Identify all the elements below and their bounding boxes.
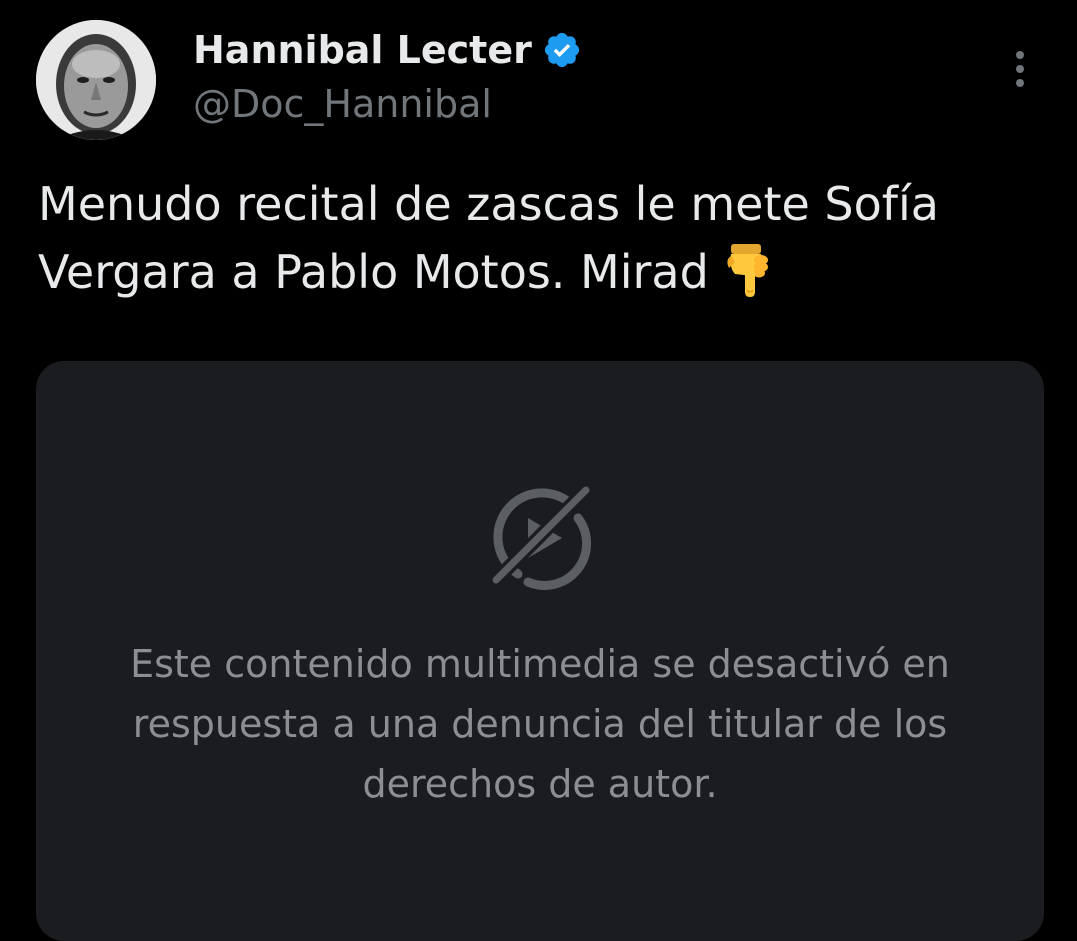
more-options-button[interactable]: [1000, 44, 1040, 94]
more-vertical-icon: [1016, 51, 1024, 59]
avatar[interactable]: [36, 20, 156, 140]
more-vertical-icon-dot: [1016, 65, 1024, 73]
backhand-index-pointing-down-emoji-icon: [723, 242, 779, 298]
author-handle[interactable]: @Doc_Hannibal: [193, 80, 492, 128]
author-name-row[interactable]: Hannibal Lecter: [193, 26, 582, 74]
verified-badge-icon[interactable]: [542, 30, 582, 70]
more-vertical-icon-dot: [1016, 79, 1024, 87]
tweet-text-content: Menudo recital de zascas le mete Sofía V…: [38, 177, 939, 299]
media-disabled-icon: [484, 481, 596, 590]
author-display-name[interactable]: Hannibal Lecter: [193, 26, 532, 74]
copyright-notice: Este contenido multimedia se desactivó e…: [130, 642, 950, 806]
tweet-text: Menudo recital de zascas le mete Sofía V…: [38, 170, 1038, 306]
